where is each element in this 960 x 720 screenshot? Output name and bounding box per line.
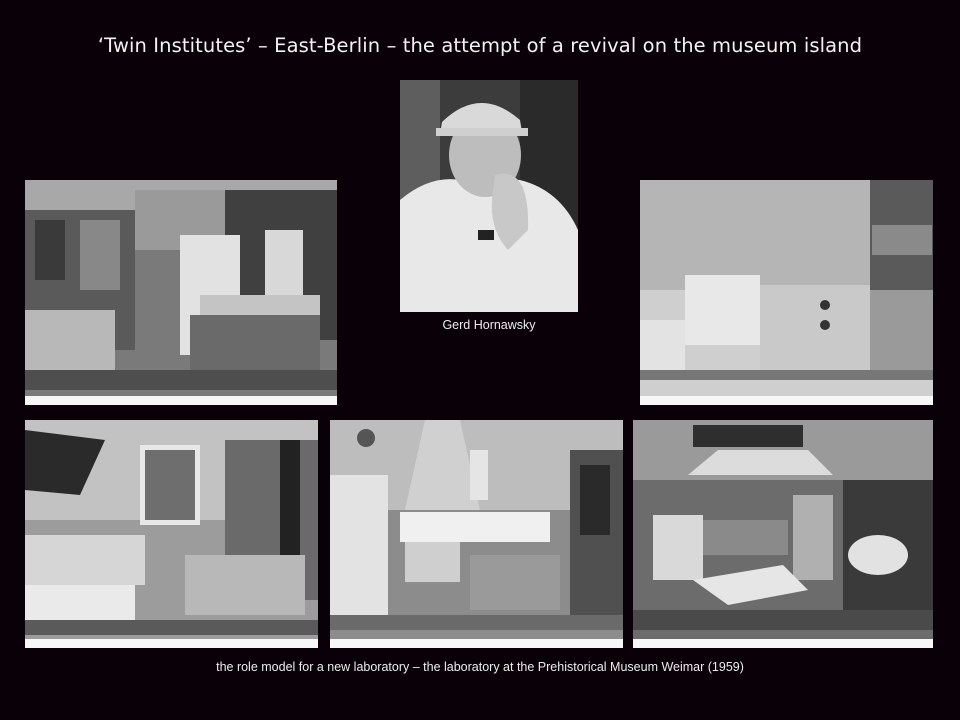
- lab-photo-caption: [25, 639, 318, 648]
- portrait-photo: [400, 80, 578, 312]
- lab-photo-caption: [640, 396, 933, 405]
- lab-photo-caption: [633, 639, 933, 648]
- portrait-caption: Gerd Hornawsky: [442, 318, 536, 332]
- lab-photo-1: [25, 180, 337, 405]
- lab-photo-caption: [25, 396, 337, 405]
- bottom-caption: the role model for a new laboratory – th…: [216, 660, 744, 674]
- slide-title: ‘Twin Institutes’ – East-Berlin – the at…: [97, 34, 863, 57]
- lab-photo-5: [633, 420, 933, 648]
- lab-photo-4: [330, 420, 623, 648]
- lab-photo-3: [25, 420, 318, 648]
- lab-photo-caption: [330, 639, 623, 648]
- lab-photo-2: [640, 180, 933, 405]
